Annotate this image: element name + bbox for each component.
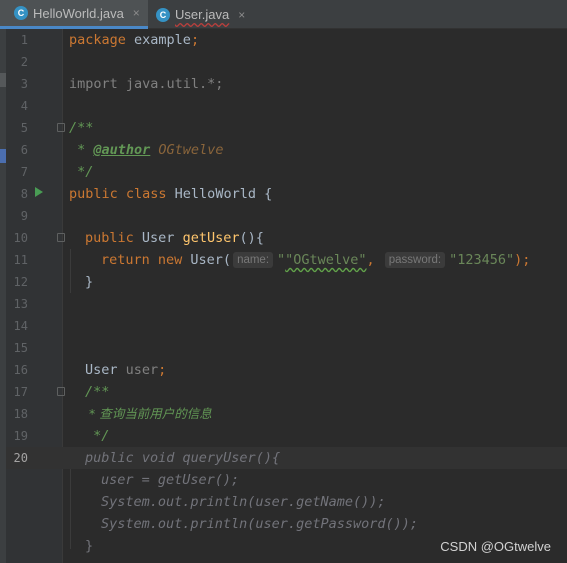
fold-marker-icon[interactable] [57,387,65,396]
line-number: 3 [20,77,28,91]
doc-comment-line[interactable]: * 查询当前用户的信息 [85,403,212,425]
code-line[interactable]: System.out.println(user.getName()); [101,491,385,513]
line-number: 9 [20,209,28,223]
java-class-icon: C [156,7,170,22]
code-line[interactable]: return new User(name: ""OGtwelve", passwo… [101,249,530,271]
line-number: 11 [13,253,28,267]
punctuation: ); [514,252,531,268]
line-number: 7 [20,165,28,179]
line-number: 4 [20,99,28,113]
doc-tag: @author [93,142,151,158]
editor-tab-bar: C HelloWorld.java × C User.java × [0,0,567,29]
java-class-icon: C [14,6,28,20]
code-line[interactable]: System.out.println(user.getPassword()); [101,513,418,535]
line-number: 13 [13,297,28,311]
watermark: CSDN @OGtwelve [440,539,551,554]
class-name: HelloWorld { [166,186,273,202]
semicolon: ; [190,32,200,48]
string-literal: "123456" [449,252,515,268]
line-number: 17 [13,385,28,399]
doc-comment-line[interactable]: */ [69,161,93,183]
line-number: 16 [13,363,28,377]
keyword: public class [69,186,167,202]
doc-text: * [69,142,94,158]
code-line[interactable]: user = getUser(); [101,469,239,491]
code-line[interactable]: User user; [85,359,166,381]
line-number: 12 [13,275,28,289]
fold-marker-icon[interactable] [57,233,65,242]
fold-marker-icon[interactable] [57,123,65,132]
gutter-divider [62,29,63,563]
tab-user-java[interactable]: C User.java × [150,0,274,29]
line-number: 1 [20,33,28,47]
typo-string: "OGtwelve" [285,252,367,268]
parameter-hint: name: [233,252,274,268]
code-line[interactable]: package example; [69,29,199,51]
punctuation: (){ [239,230,264,246]
constructor-call: User( [182,252,232,268]
field-name: user [101,472,134,488]
field-name: user [125,362,159,378]
punctuation: (){ [255,450,281,466]
line-number: 5 [20,121,28,135]
doc-comment-line[interactable]: * @author OGtwelve [69,139,223,161]
code-line[interactable]: import java.util.*; [69,73,223,95]
close-icon[interactable]: × [238,8,245,22]
keyword: return new [101,252,183,268]
type-name: User [133,230,183,246]
line-number: 15 [13,341,28,355]
code-line[interactable]: } [85,271,93,293]
semicolon: ; [158,362,167,378]
method-name: getUser [182,230,240,246]
line-number: 2 [20,55,28,69]
code-line-current[interactable]: public void queryUser(){ [85,447,280,469]
run-icon[interactable] [35,187,43,197]
keyword: public [85,230,134,246]
doc-comment-line[interactable]: */ [85,425,109,447]
indent-guide [70,249,71,293]
indent-guide [70,469,71,549]
assignment: = getUser(); [133,472,240,488]
comma: , [366,252,383,268]
doc-tag-value: OGtwelve [150,142,224,158]
doc-comment-line[interactable]: /** [85,381,109,403]
line-number: 19 [13,429,28,443]
package-name: example [125,32,191,48]
line-number: 8 [20,187,28,201]
parameter-hint: password: [384,252,446,268]
line-number-current: 20 [13,451,28,465]
code-line[interactable]: public User getUser(){ [85,227,264,249]
line-number: 18 [13,407,28,421]
string-literal: ""OGtwelve" [277,252,367,268]
keyword: package [69,32,126,48]
line-number: 14 [13,319,28,333]
code-line[interactable]: public class HelloWorld { [69,183,272,205]
type-name: User [85,362,126,378]
close-icon[interactable]: × [133,6,140,20]
code-line[interactable]: } [85,535,93,557]
doc-comment-line[interactable]: /** [69,117,93,139]
tab-label: User.java [175,7,230,22]
line-number: 6 [20,143,28,157]
keyword: public void [85,450,175,466]
tab-helloworld-java[interactable]: C HelloWorld.java × [0,0,148,29]
tab-label: HelloWorld.java [33,5,124,21]
method-name: queryUser [174,450,256,466]
line-number: 10 [13,231,28,245]
